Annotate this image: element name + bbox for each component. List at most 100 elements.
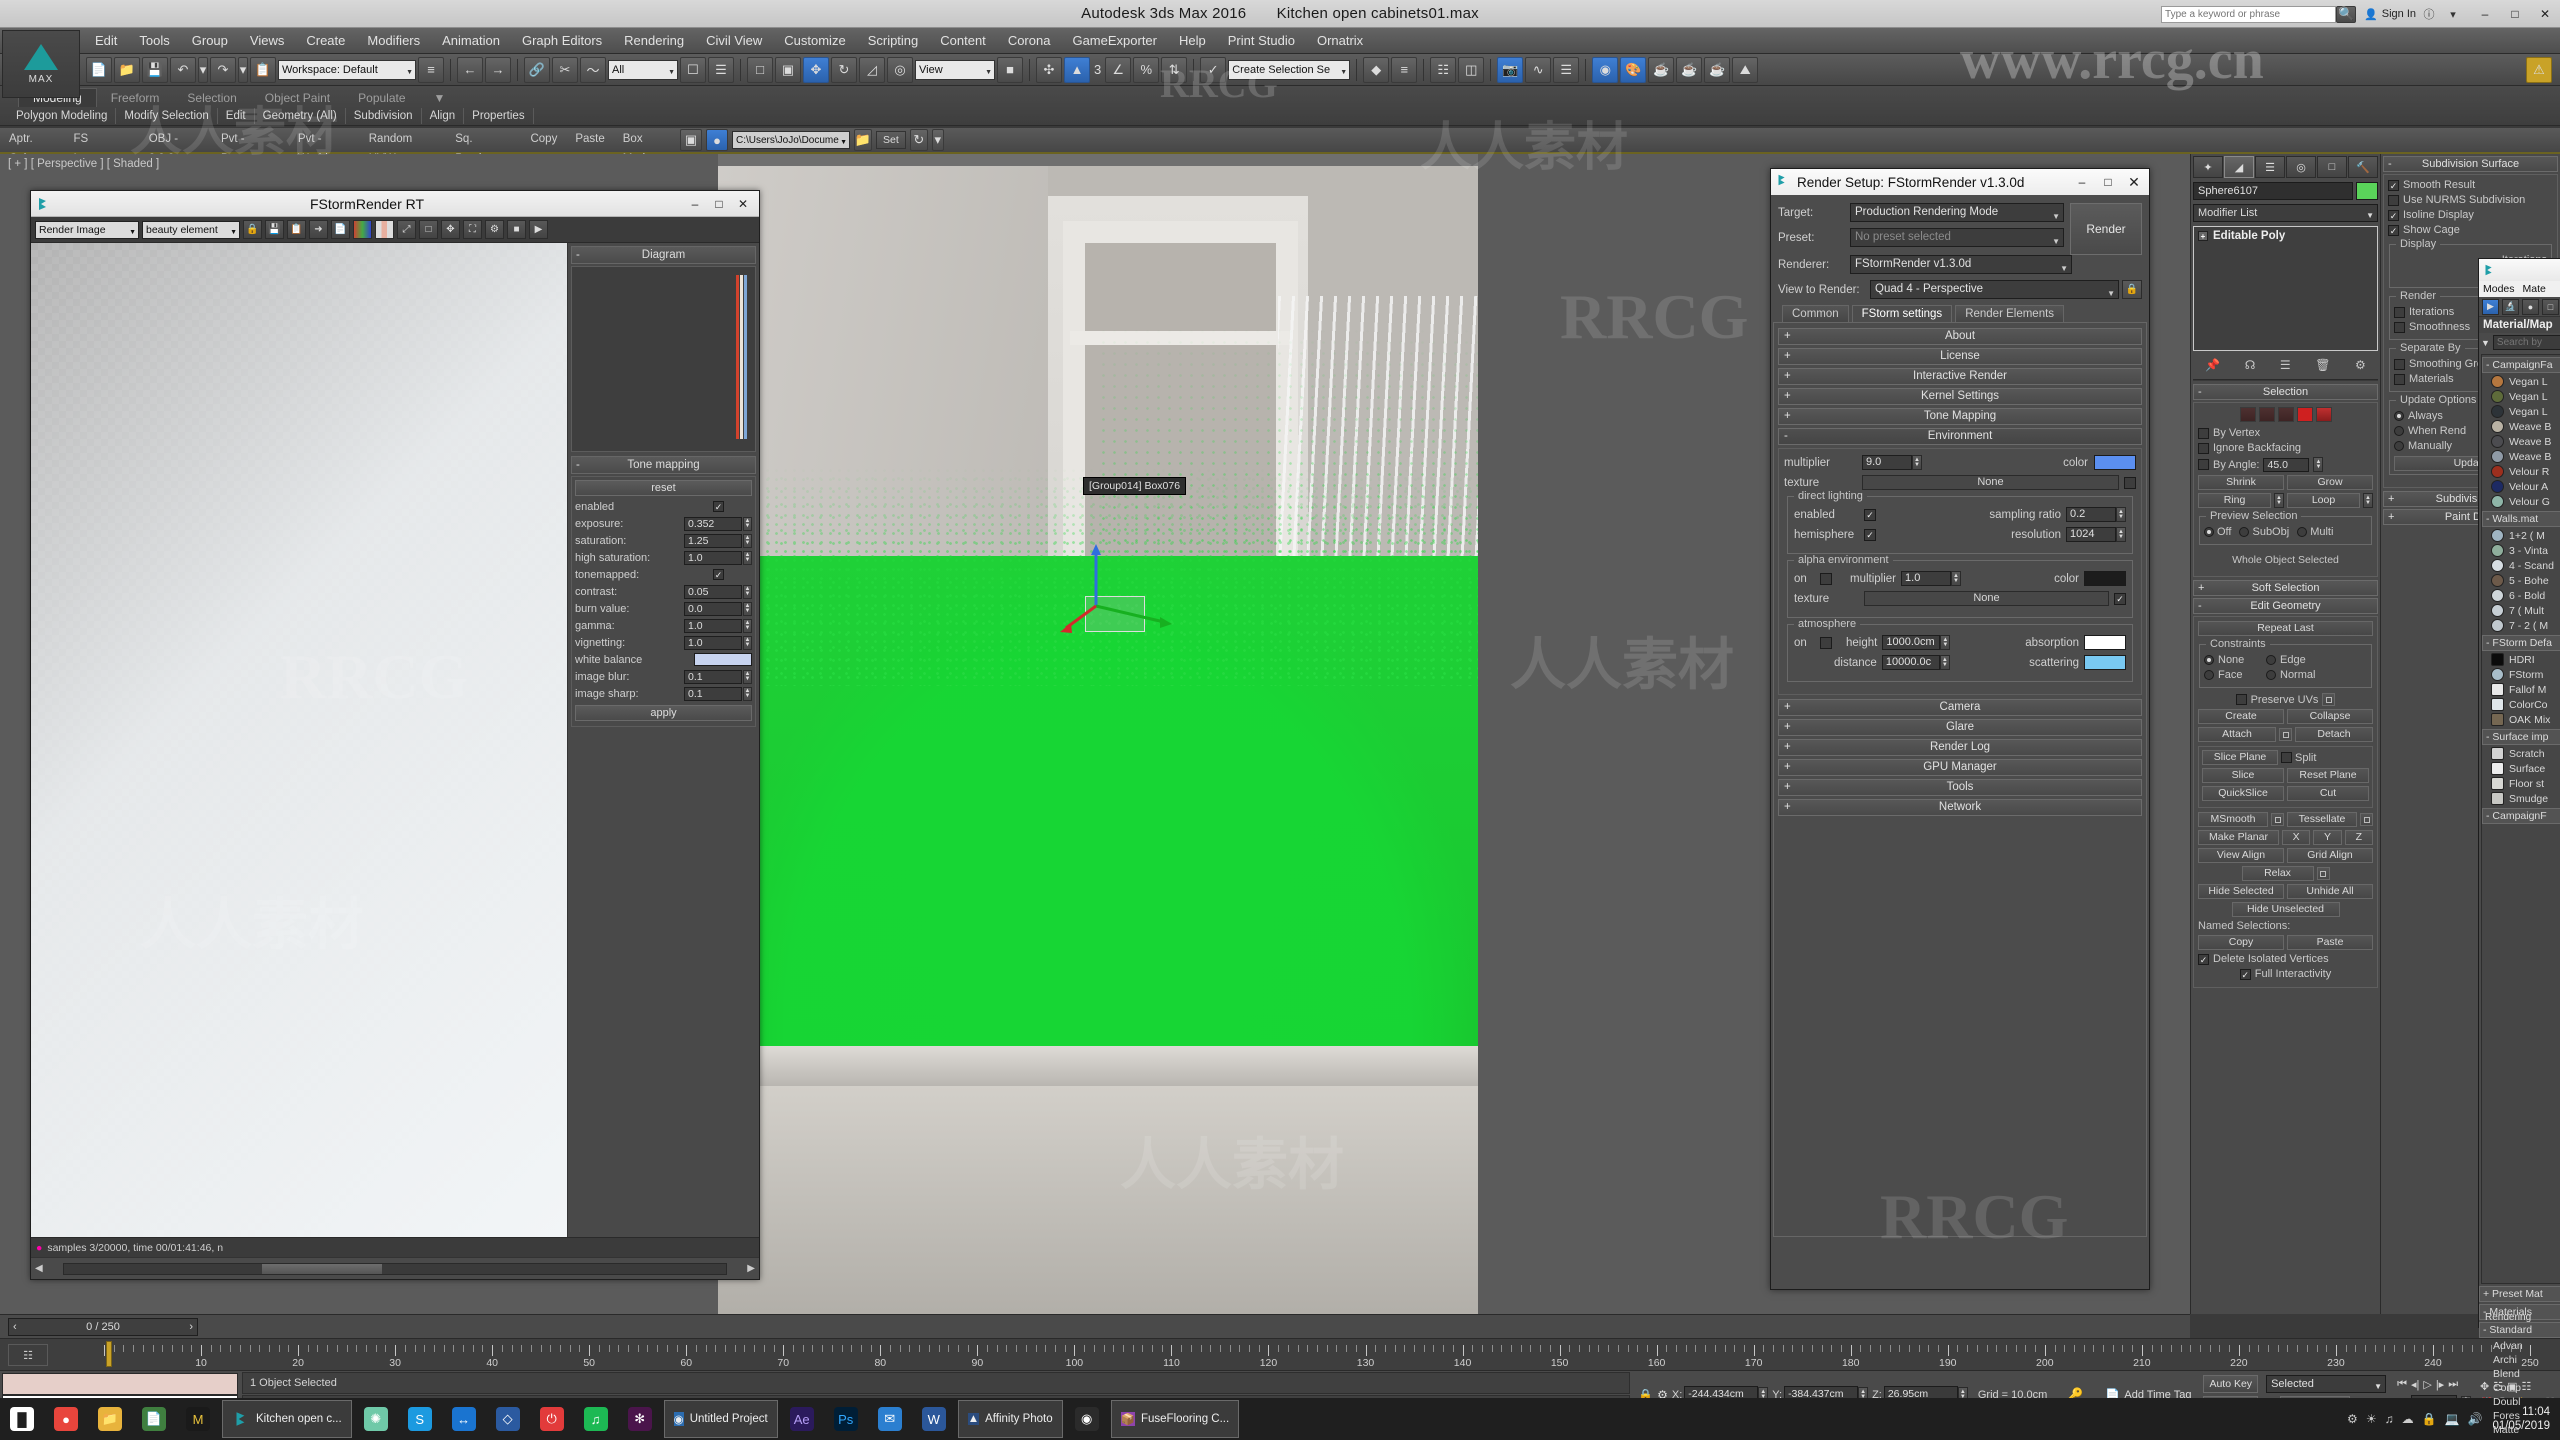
eyedropper-icon[interactable]: 🔬	[2502, 298, 2519, 315]
tone-field-exposure[interactable]: 0.352	[684, 516, 742, 531]
isoline-row[interactable]: ✓ Isoline Display	[2388, 209, 2553, 221]
prev-frame-icon[interactable]: ‹	[13, 1321, 17, 1333]
leaf-app-icon[interactable]: ✺	[354, 1398, 398, 1440]
tone-reset-button[interactable]: reset	[575, 480, 752, 496]
materials-checkbox[interactable]	[2394, 373, 2405, 385]
direct-enabled-checkbox[interactable]: ✓	[1864, 508, 1876, 521]
preserve-uvs-checkbox[interactable]	[2235, 694, 2247, 705]
scene-explorer-icon[interactable]: ◫	[1458, 56, 1485, 83]
previous-frame-icon[interactable]: ◂|	[2411, 1378, 2419, 1391]
taskbar-davinci-resolve[interactable]: ◉ Untitled Project	[663, 1400, 778, 1438]
diagram-collapse-icon[interactable]: -	[576, 247, 580, 263]
menu-item-create[interactable]: Create	[295, 28, 356, 54]
repeat-last-button[interactable]: Repeat Last	[2198, 621, 2373, 636]
window-crossing-icon[interactable]: ▣	[775, 56, 801, 83]
scattering-color-swatch[interactable]	[2084, 655, 2126, 670]
word-icon[interactable]: W	[912, 1398, 956, 1440]
constraint-radio-face[interactable]	[2204, 670, 2214, 680]
tone-swatch-white-balance[interactable]	[694, 653, 752, 666]
material-list-item[interactable]: Smudge	[2482, 791, 2560, 806]
render-image-canvas[interactable]	[31, 243, 567, 1237]
ribbon-tab-populate[interactable]: Populate	[344, 89, 419, 107]
material-list-item[interactable]: Floor st	[2482, 776, 2560, 791]
preserve-uvs-row[interactable]: Preserve UVs	[2198, 693, 2373, 706]
undo-icon[interactable]: ↶	[170, 56, 196, 83]
pin-stack-icon[interactable]: 📌	[2205, 358, 2220, 372]
placement-icon[interactable]: ◎	[887, 56, 913, 83]
material-list-item[interactable]: Weave B	[2482, 434, 2560, 449]
hide-selected-button[interactable]: Hide Selected	[2198, 884, 2284, 899]
photoshop-icon[interactable]: Ps	[824, 1398, 868, 1440]
scroll-left-icon[interactable]: ◀	[31, 1263, 47, 1274]
border-level-icon[interactable]	[2277, 407, 2294, 422]
project-path-field[interactable]: C:\Users\JoJo\Docume	[732, 131, 850, 150]
menu-item-gameexporter[interactable]: GameExporter	[1061, 28, 1168, 54]
track-bar[interactable]: ☷ 10 20 30 40 50 60 70 80 90 100 110 120 130 140 150 16…	[0, 1338, 2560, 1370]
preview-radio-multi[interactable]	[2297, 527, 2308, 537]
update-radio[interactable]	[2394, 426, 2404, 436]
percent-snap-icon[interactable]: %	[1133, 56, 1160, 83]
material-list-item[interactable]: Velour A	[2482, 479, 2560, 494]
after-effects-icon[interactable]: Ae	[780, 1398, 824, 1440]
by-vertex-checkbox[interactable]	[2198, 427, 2209, 439]
tone-spinner-burn-value[interactable]: ▲ ▼	[743, 601, 752, 616]
material-list[interactable]: - CampaignFa Vegan L Vegan L Vegan L Weave B…	[2481, 354, 2560, 1284]
slack-icon[interactable]: ✻	[618, 1398, 662, 1440]
env-color-swatch[interactable]	[2094, 455, 2136, 470]
smooth-result-row[interactable]: ✓ Smooth Result	[2388, 179, 2553, 191]
expand-icon[interactable]: +	[1784, 349, 1791, 364]
region-icon[interactable]: □	[419, 220, 438, 239]
expand-icon[interactable]: +	[1784, 780, 1791, 795]
material-menu-modes[interactable]: Modes	[2483, 283, 2515, 295]
layer-explorer-icon[interactable]: ☷	[1430, 56, 1457, 83]
hemisphere-checkbox[interactable]: ✓	[1864, 528, 1876, 541]
marvelous-designer-icon[interactable]: M	[176, 1398, 220, 1440]
material-search-input[interactable]	[2492, 335, 2560, 350]
bottom-rollout-gpu-manager[interactable]: + GPU Manager	[1778, 759, 2142, 776]
material-footer-item[interactable]: Archi	[2479, 1353, 2560, 1367]
tessellate-button[interactable]: Tessellate	[2287, 812, 2357, 827]
material-list-item[interactable]: Weave B	[2482, 449, 2560, 464]
expand-icon[interactable]: +	[1784, 720, 1791, 735]
material-list-item[interactable]: ColorCo	[2482, 697, 2560, 712]
lock-view-icon[interactable]: 🔒	[2122, 280, 2142, 299]
tone-mapping-rollout-header[interactable]: - Tone mapping	[571, 456, 756, 474]
menu-item-edit[interactable]: Edit	[84, 28, 128, 54]
script-button-sq-preview[interactable]: Sq. Preview	[446, 129, 521, 165]
maximize-button[interactable]: □	[2500, 3, 2530, 25]
menu-item-views[interactable]: Views	[239, 28, 295, 54]
subdivision-collapse-icon[interactable]: -	[2388, 157, 2392, 171]
resolution-spinner[interactable]: ▲ ▼	[2116, 527, 2126, 542]
menu-item-help[interactable]: Help	[1168, 28, 1217, 54]
fstorm-minimize-button[interactable]: –	[683, 197, 707, 211]
diagram-rollout-header[interactable]: - Diagram	[571, 246, 756, 264]
time-playhead[interactable]	[106, 1341, 112, 1367]
tone-field-burn-value[interactable]: 0.0	[684, 601, 742, 616]
script-button-pvt-world[interactable]: Pvt - World	[289, 129, 360, 165]
by-angle-spinner[interactable]: ▲ ▼	[2313, 457, 2324, 472]
script-button-pvt-bottom[interactable]: Pvt - Bottom	[212, 129, 289, 165]
object-name-input[interactable]	[2193, 182, 2353, 200]
expand-icon[interactable]: +	[1784, 409, 1791, 424]
material-footer-item[interactable]: Advan	[2479, 1339, 2560, 1353]
go-to-end-icon[interactable]: ⏭	[2448, 1378, 2458, 1391]
render-setup-dialog[interactable]: Render Setup: FStormRender v1.3.0d – □ ✕…	[1770, 168, 2150, 1290]
align-icon[interactable]: ≡	[1391, 56, 1418, 83]
tone-field-image-blur[interactable]: 0.1	[684, 669, 742, 684]
make-planar-z-button[interactable]: Z	[2344, 830, 2373, 845]
expand-icon[interactable]: +	[1784, 760, 1791, 775]
material-footer-item[interactable]: Matte	[2479, 1423, 2560, 1437]
render-setup-close-button[interactable]: ✕	[2121, 174, 2147, 191]
skype-icon[interactable]: S	[398, 1398, 442, 1440]
stop-icon[interactable]: ■	[507, 220, 526, 239]
tab-modify[interactable]: ◢	[2224, 156, 2254, 178]
bind-space-warp-icon[interactable]: 〜	[580, 56, 606, 83]
taskbar-winrar[interactable]: 📦 FuseFlooring C...	[1110, 1400, 1240, 1438]
material-footer-item[interactable]: Fores	[2479, 1409, 2560, 1423]
menu-item-graph-editors[interactable]: Graph Editors	[511, 28, 613, 54]
environment-collapse-icon[interactable]: -	[1784, 429, 1788, 444]
bottom-rollout-render-log[interactable]: + Render Log	[1778, 739, 2142, 756]
show-cage-checkbox[interactable]: ✓	[2388, 224, 2399, 236]
expand-icon[interactable]: +	[1784, 740, 1791, 755]
make-planar-button[interactable]: Make Planar	[2198, 830, 2279, 845]
